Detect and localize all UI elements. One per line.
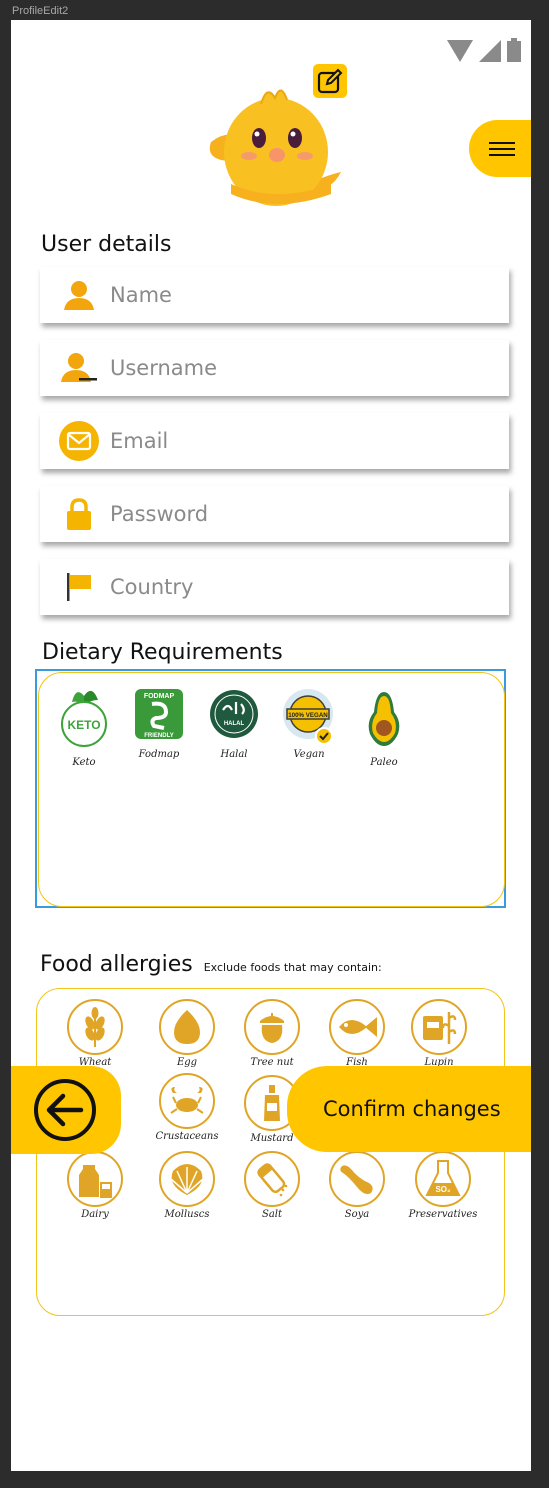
menu-button[interactable]: [469, 120, 531, 177]
salt-icon: [256, 1163, 288, 1197]
fodmap-badge-bottom: FRIENDLY: [144, 733, 173, 739]
status-bar: [447, 38, 521, 62]
country-input[interactable]: [110, 575, 490, 599]
username-input[interactable]: [110, 356, 490, 380]
keto-icon: KETO: [61, 690, 107, 747]
allergy-label: Egg: [176, 1057, 198, 1068]
diet-option-keto[interactable]: KETO Keto: [54, 688, 114, 768]
dietary-selector: KETO Keto FODMAP FRIENDLY Fodmap HALAL H…: [35, 669, 506, 908]
person-icon: [58, 275, 100, 315]
password-input[interactable]: [110, 502, 490, 526]
flask-icon: SO₂: [425, 1160, 461, 1196]
vegan-icon: 100% VEGAN: [283, 689, 333, 745]
allergy-option-crustaceans[interactable]: Crustaceans: [147, 1073, 227, 1142]
dietary-title: Dietary Requirements: [42, 640, 283, 665]
password-field[interactable]: [40, 486, 509, 542]
diet-label: Vegan: [293, 749, 325, 760]
fodmap-icon: FODMAP FRIENDLY: [135, 689, 183, 739]
egg-icon: [174, 1010, 200, 1044]
allergy-option-molluscs[interactable]: Molluscs: [147, 1151, 227, 1220]
allergy-label: Salt: [261, 1209, 283, 1220]
allergy-label: Preservatives: [408, 1209, 478, 1220]
allergy-panel: Wheat Egg Tree nut Fish Lupin Crustacean…: [36, 988, 505, 1316]
email-input[interactable]: [110, 429, 490, 453]
halal-icon: HALAL: [210, 690, 258, 738]
allergy-option-fish[interactable]: Fish: [317, 999, 397, 1068]
svg-text:SO₂: SO₂: [435, 1185, 451, 1194]
keto-badge-text: KETO: [67, 718, 100, 732]
avatar[interactable]: [201, 64, 361, 217]
allergy-option-wheat[interactable]: Wheat: [55, 999, 135, 1068]
name-input[interactable]: [110, 283, 490, 307]
avocado-icon: [368, 692, 400, 746]
user-tag-icon: [58, 348, 100, 388]
dietary-panel: KETO Keto FODMAP FRIENDLY Fodmap HALAL H…: [38, 672, 505, 907]
back-button[interactable]: [11, 1066, 121, 1154]
lupin-icon: [423, 1012, 457, 1044]
user-details-title: User details: [41, 232, 172, 257]
allergy-option-salt[interactable]: Salt: [232, 1151, 312, 1220]
diet-option-paleo[interactable]: Paleo: [354, 688, 414, 768]
nut-icon: [260, 1013, 284, 1043]
mail-icon: [58, 421, 100, 461]
allergy-label: Tree nut: [250, 1057, 294, 1068]
allergy-label: Soya: [344, 1209, 370, 1220]
diet-option-halal[interactable]: HALAL Halal: [204, 688, 264, 760]
diet-option-vegan[interactable]: 100% VEGAN Vegan: [279, 688, 339, 760]
signal-icon: [479, 40, 501, 62]
shell-icon: [170, 1164, 204, 1195]
flag-icon: [58, 567, 100, 607]
wifi-icon: [447, 40, 473, 62]
allergies-title: Food allergies Exclude foods that may co…: [40, 952, 382, 977]
soybean-icon: [340, 1165, 373, 1195]
edit-avatar-button[interactable]: [313, 64, 347, 98]
allergy-option-tree-nut[interactable]: Tree nut: [232, 999, 312, 1068]
profile-edit-screen: User details Dietary Requirements: [11, 20, 531, 1471]
allergy-option-dairy[interactable]: Dairy: [55, 1151, 135, 1220]
allergy-label: Molluscs: [164, 1209, 210, 1220]
username-field[interactable]: [40, 340, 509, 396]
diet-label: Fodmap: [138, 749, 180, 760]
fish-icon: [339, 1017, 377, 1037]
allergy-option-soya[interactable]: Soya: [317, 1151, 397, 1220]
diet-label: Halal: [220, 749, 248, 760]
lock-icon: [58, 494, 100, 534]
name-field[interactable]: [40, 267, 509, 323]
hamburger-icon: [489, 138, 515, 160]
allergy-label: Crustaceans: [155, 1131, 219, 1142]
diet-option-fodmap[interactable]: FODMAP FRIENDLY Fodmap: [129, 688, 189, 760]
vegan-badge-text: 100% VEGAN: [288, 712, 328, 719]
diet-label: Keto: [72, 757, 96, 768]
allergy-option-preservatives[interactable]: SO₂ Preservatives: [403, 1151, 483, 1220]
frame-label: ProfileEdit2: [12, 5, 69, 17]
allergies-subtitle: Exclude foods that may contain:: [203, 961, 382, 974]
country-field[interactable]: [40, 559, 509, 615]
edit-icon: [317, 68, 343, 94]
confirm-changes-button[interactable]: Confirm changes: [287, 1066, 531, 1152]
allergy-option-lupin[interactable]: Lupin: [399, 999, 479, 1068]
halal-badge-text: HALAL: [224, 721, 245, 727]
allergies-title-text: Food allergies: [40, 952, 193, 977]
email-field[interactable]: [40, 413, 509, 469]
fodmap-badge-top: FODMAP: [144, 693, 175, 700]
mustard-icon: [264, 1085, 280, 1121]
allergy-label: Dairy: [81, 1209, 109, 1220]
battery-icon: [507, 38, 521, 62]
milk-icon: [79, 1165, 112, 1198]
wheat-icon: [85, 1007, 105, 1047]
allergy-option-egg[interactable]: Egg: [147, 999, 227, 1068]
back-arrow-icon: [34, 1079, 96, 1141]
diet-label: Paleo: [370, 757, 398, 768]
crab-icon: [170, 1087, 204, 1114]
